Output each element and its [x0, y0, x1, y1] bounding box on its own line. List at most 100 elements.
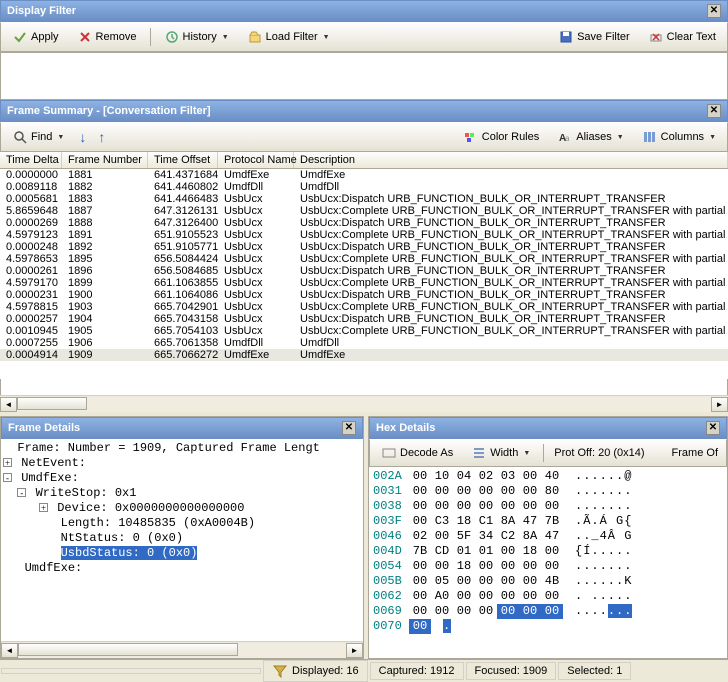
hex-row[interactable]: 007000. [373, 619, 723, 634]
filter-text-area[interactable] [0, 52, 728, 100]
table-row[interactable]: 0.00049141909665.7066272UmdfExeUmdfExe [0, 349, 728, 361]
table-row[interactable]: 0.00072551906665.7061358UmdfDllUmdfDll [0, 337, 728, 349]
col-time-delta[interactable]: Time Delta [0, 152, 62, 168]
save-filter-label: Save Filter [577, 31, 630, 43]
tree-line: - WriteStop: 0x1 [3, 486, 361, 501]
table-row[interactable]: 0.00002691888647.3126400UsbUcxUsbUcx:Dis… [0, 217, 728, 229]
expand-icon[interactable]: + [3, 458, 12, 467]
svg-text:a: a [565, 134, 570, 143]
find-button[interactable]: Find ▼ [5, 126, 71, 148]
tree-line: Frame: Number = 1909, Captured Frame Len… [3, 441, 361, 456]
col-frame-number[interactable]: Frame Number [62, 152, 148, 168]
save-icon [558, 29, 574, 45]
hex-row[interactable]: 004D7BCD0101001800{Í..... [373, 544, 723, 559]
horizontal-scrollbar[interactable]: ◄ ► [0, 395, 728, 412]
tree-line: + NetEvent: [3, 456, 361, 471]
col-time-offset[interactable]: Time Offset [148, 152, 218, 168]
tree-line: - UmdfExe: [3, 471, 361, 486]
clear-text-button[interactable]: Clear Text [641, 26, 723, 48]
table-row[interactable]: 4.59788151903665.7042901UsbUcxUsbUcx:Com… [0, 301, 728, 313]
close-icon[interactable]: ✕ [707, 4, 721, 18]
apply-button[interactable]: Apply [5, 26, 66, 48]
prot-off-label: Prot Off: 20 (0x14) [550, 447, 648, 459]
frame-summary-title: Frame Summary - [Conversation Filter] [7, 105, 211, 117]
table-row[interactable]: 4.59786531895656.5084424UsbUcxUsbUcx:Com… [0, 253, 728, 265]
aliases-button[interactable]: Aa Aliases ▼ [550, 126, 630, 148]
hex-dump[interactable]: 002A00100402030040......@003100000000000… [369, 467, 727, 658]
arrow-up-icon[interactable]: ↑ [94, 129, 109, 145]
table-row[interactable]: 0.00056811883641.4466483UsbUcxUsbUcx:Dis… [0, 193, 728, 205]
expand-icon[interactable]: + [39, 503, 48, 512]
load-filter-icon [247, 29, 263, 45]
col-protocol-name[interactable]: Protocol Name [218, 152, 294, 168]
hex-row[interactable]: 003F00C318C18A477B.Ã.Á G{ [373, 514, 723, 529]
save-filter-button[interactable]: Save Filter [551, 26, 637, 48]
display-filter-title-bar: Display Filter ✕ [0, 0, 728, 22]
scroll-right-icon[interactable]: ► [346, 643, 363, 658]
history-icon [164, 29, 180, 45]
tree-line: Length: 10485835 (0xA0004B) [3, 516, 361, 531]
hex-row[interactable]: 005B0005000000004B......K [373, 574, 723, 589]
frame-details-title: Frame Details [8, 422, 80, 434]
hex-details-title-bar: Hex Details ✕ [369, 417, 727, 439]
hex-row[interactable]: 005400001800000000....... [373, 559, 723, 574]
frame-details-tree[interactable]: Frame: Number = 1909, Captured Frame Len… [1, 439, 363, 641]
find-label: Find [31, 131, 52, 143]
load-filter-label: Load Filter [266, 31, 318, 43]
grid-body[interactable]: 0.00000001881641.4371684UmdfExeUmdfExe0.… [0, 169, 728, 379]
table-row[interactable]: 0.00891181882641.4460802UmdfDllUmdfDll [0, 181, 728, 193]
arrow-down-icon[interactable]: ↓ [75, 129, 90, 145]
status-displayed: Displayed: 16 [263, 660, 368, 682]
collapse-icon[interactable]: - [17, 488, 26, 497]
load-filter-button[interactable]: Load Filter ▼ [240, 26, 337, 48]
grid-header: Time Delta Frame Number Time Offset Prot… [0, 152, 728, 169]
table-row[interactable]: 0.00002611896656.5084685UsbUcxUsbUcx:Dis… [0, 265, 728, 277]
table-row[interactable]: 0.00002481892651.9105771UsbUcxUsbUcx:Dis… [0, 241, 728, 253]
decode-as-label: Decode As [400, 447, 453, 459]
width-button[interactable]: Width ▼ [464, 442, 537, 464]
width-icon [471, 445, 487, 461]
scroll-thumb[interactable] [18, 643, 238, 656]
hex-row[interactable]: 003100000000000080....... [373, 484, 723, 499]
table-row[interactable]: 5.86596481887647.3126131UsbUcxUsbUcx:Com… [0, 205, 728, 217]
scroll-thumb[interactable] [17, 397, 87, 410]
hex-row[interactable]: 003800000000000000....... [373, 499, 723, 514]
remove-button[interactable]: Remove [70, 26, 144, 48]
frame-summary-toolbar: Find ▼ ↓ ↑ Color Rules Aa Aliases ▼ Colu… [0, 122, 728, 152]
status-captured: Captured: 1912 [370, 662, 464, 680]
color-rules-label: Color Rules [482, 131, 539, 143]
decode-as-button[interactable]: Decode As [374, 442, 460, 464]
tree-line: UmdfExe: [3, 561, 361, 576]
table-row[interactable]: 0.00002311900661.1064086UsbUcxUsbUcx:Dis… [0, 289, 728, 301]
collapse-icon[interactable]: - [3, 473, 12, 482]
scroll-left-icon[interactable]: ◄ [1, 643, 18, 658]
tree-line: + Device: 0x0000000000000000 [3, 501, 361, 516]
scroll-left-icon[interactable]: ◄ [0, 397, 17, 412]
selected-tree-node[interactable]: UsbdStatus: 0 (0x0) [61, 546, 198, 560]
table-row[interactable]: 4.59791701899661.1063855UsbUcxUsbUcx:Com… [0, 277, 728, 289]
close-icon[interactable]: ✕ [707, 104, 721, 118]
hex-row[interactable]: 004602005F34C28A47.._4Â G [373, 529, 723, 544]
decode-icon [381, 445, 397, 461]
horizontal-scrollbar[interactable]: ◄ ► [1, 641, 363, 658]
table-row[interactable]: 0.00000001881641.4371684UmdfExeUmdfExe [0, 169, 728, 181]
col-description[interactable]: Description [294, 152, 728, 168]
table-row[interactable]: 0.00002571904665.7043158UsbUcxUsbUcx:Dis… [0, 313, 728, 325]
hex-row[interactable]: 006900000000000000....... [373, 604, 723, 619]
table-row[interactable]: 4.59791231891651.9105523UsbUcxUsbUcx:Com… [0, 229, 728, 241]
color-rules-button[interactable]: Color Rules [456, 126, 546, 148]
history-label: History [183, 31, 217, 43]
scroll-right-icon[interactable]: ► [711, 397, 728, 412]
table-row[interactable]: 0.00109451905665.7054103UsbUcxUsbUcx:Com… [0, 325, 728, 337]
frame-summary-title-bar: Frame Summary - [Conversation Filter] ✕ [0, 100, 728, 122]
status-selected: Selected: 1 [558, 662, 631, 680]
columns-button[interactable]: Columns ▼ [635, 126, 723, 148]
frame-off-label: Frame Of [668, 447, 722, 459]
tree-line: NtStatus: 0 (0x0) [3, 531, 361, 546]
hex-row[interactable]: 006200A00000000000. ..... [373, 589, 723, 604]
hex-row[interactable]: 002A00100402030040......@ [373, 469, 723, 484]
close-icon[interactable]: ✕ [342, 421, 356, 435]
close-icon[interactable]: ✕ [706, 421, 720, 435]
history-button[interactable]: History ▼ [157, 26, 236, 48]
apply-label: Apply [31, 31, 59, 43]
